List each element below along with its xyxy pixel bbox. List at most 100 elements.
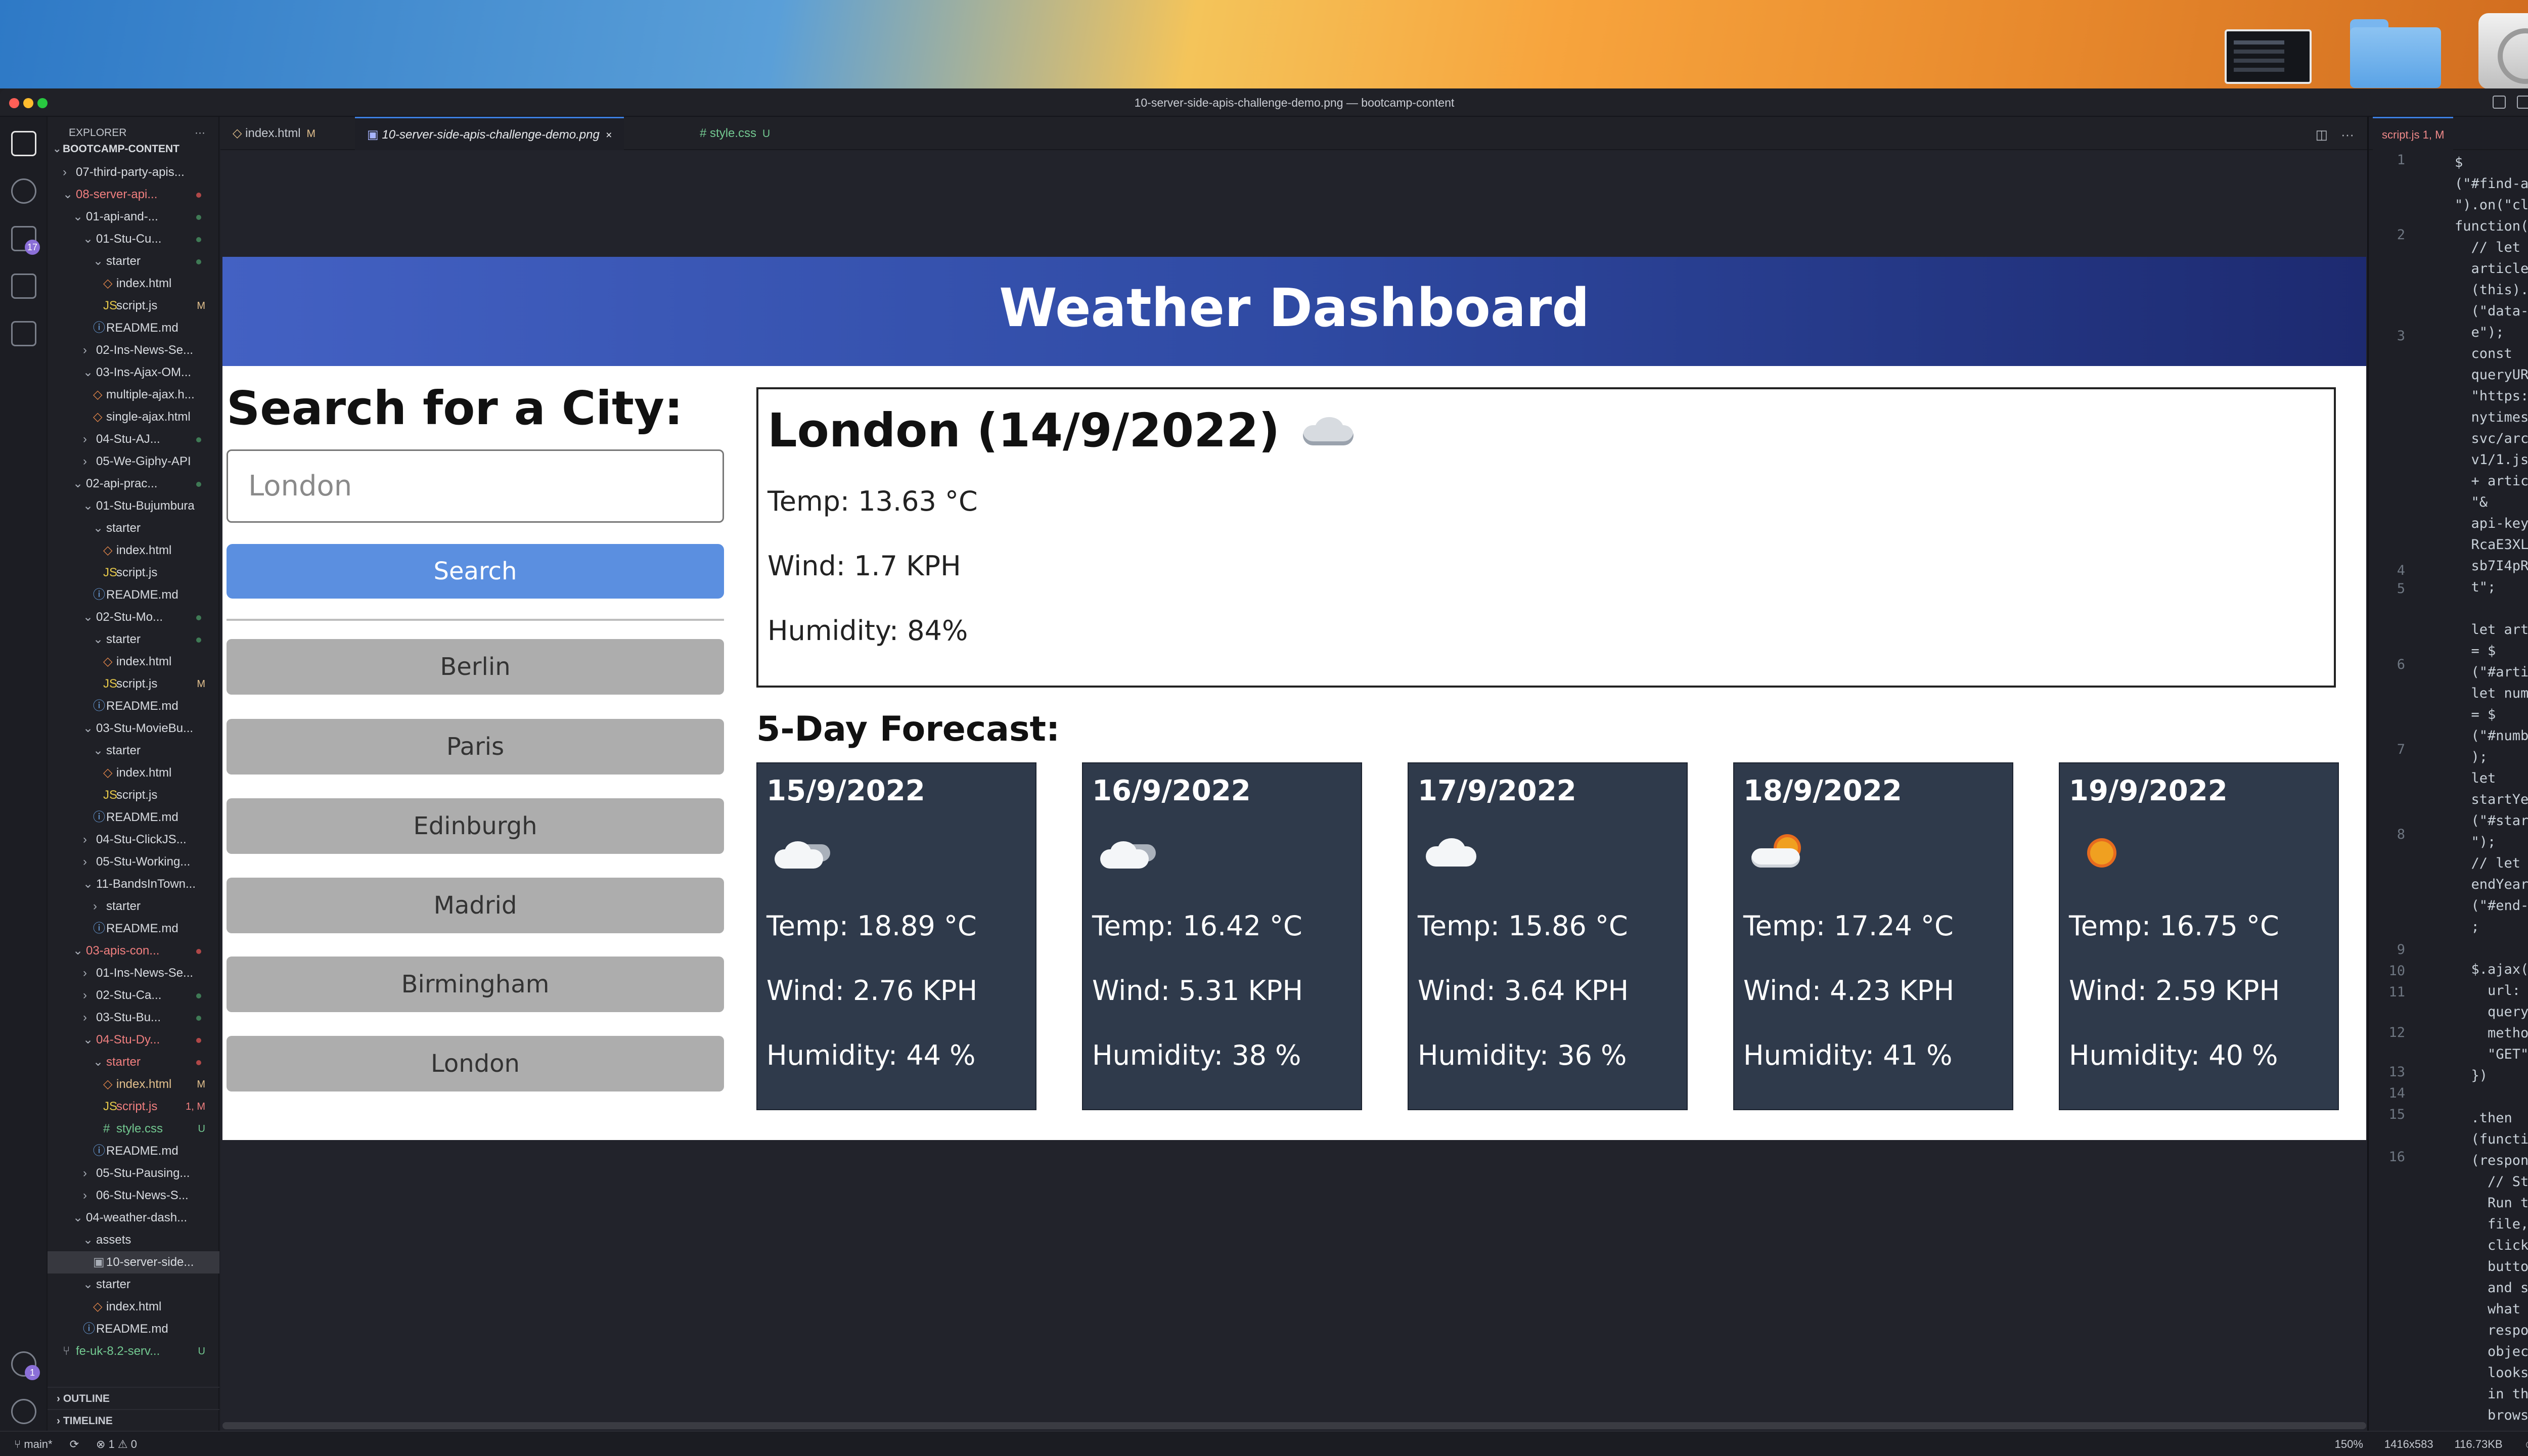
tree-item[interactable]: ⌄ 03-Stu-MovieBu... [48,717,219,740]
outline-section[interactable]: › OUTLINE [48,1387,219,1409]
settings-gear-icon[interactable] [11,1399,36,1424]
tree-item[interactable]: JSscript.js 1, M [48,1096,219,1118]
tree-item[interactable]: › 06-Stu-News-S... [48,1185,219,1207]
city-search-input[interactable]: London [227,449,724,523]
desktop-screenshot-thumbnail[interactable] [2225,29,2312,84]
explorer-icon[interactable] [11,131,36,156]
tree-item[interactable]: › 02-Ins-News-Se... [48,339,219,361]
tree-item-icon: ⌄ [83,1278,94,1291]
feedback-icon[interactable]: ☺ [2524,1438,2528,1451]
tree-item[interactable]: ⓘREADME.md [48,1140,219,1162]
tree-item[interactable]: ⓘREADME.md [48,584,219,606]
tree-item[interactable]: ⌄ 01-Stu-Cu... [48,228,219,250]
folder-icon[interactable] [2350,19,2441,88]
tree-item[interactable]: ◇ index.html [48,1296,219,1318]
tree-item-icon: ⌄ [93,254,104,268]
tree-item[interactable]: ⌄ 01-api-and-... [48,206,219,228]
tree-item-icon: › [83,343,87,357]
tree-item[interactable]: ⓘREADME.md [48,918,219,940]
history-city-button[interactable]: Birmingham [227,957,724,1012]
tree-item[interactable]: ⌄ 02-api-prac... [48,473,219,495]
tree-item[interactable]: › 07-third-party-apis... [48,161,219,184]
tree-item[interactable]: › 04-Stu-AJ... [48,428,219,450]
toggle-panel-icon[interactable] [2517,96,2528,109]
run-debug-icon[interactable] [11,274,36,299]
hard-disk-icon[interactable] [2478,13,2528,89]
tree-item[interactable]: ◇ index.html M [48,1073,219,1096]
tree-item[interactable]: # style.css U [48,1118,219,1140]
tree-item[interactable]: ◇ index.html [48,539,219,562]
tree-item[interactable]: ⓘREADME.md [48,1318,219,1340]
tree-item[interactable]: ⌄ 02-Stu-Mo... [48,606,219,628]
tree-item-icon: ⌄ [83,499,94,513]
more-actions-icon[interactable]: ··· [195,127,205,139]
tree-item[interactable]: ⓘREADME.md [48,806,219,829]
tab-challenge-demo-png[interactable]: ▣ 10-server-side-apis-challenge-demo.png… [355,117,624,150]
history-city-button[interactable]: London [227,1036,724,1091]
tree-item[interactable]: ⑂ fe-uk-8.2-serv... U [48,1340,219,1362]
tree-item[interactable]: ⓘREADME.md [48,695,219,717]
tab-script-js[interactable]: script.js 1, M [2373,117,2454,150]
history-city-button[interactable]: Edinburgh [227,798,724,854]
tree-item[interactable]: JSscript.js [48,562,219,584]
tree-item[interactable]: ⌄ 03-apis-con... [48,940,219,962]
tree-item[interactable]: ⌄ 08-server-api... [48,184,219,206]
tree-item[interactable]: ▣ 10-server-side... [48,1251,219,1273]
tree-item[interactable]: JSscript.js M [48,295,219,317]
extensions-icon[interactable] [11,321,36,346]
code-text[interactable]: $ ("#find-article ").on("click", functio… [2455,152,2528,1426]
tree-item[interactable]: JSscript.js M [48,673,219,695]
search-icon[interactable] [11,178,36,204]
tree-item[interactable]: ⌄ 04-weather-dash... [48,1207,219,1229]
tree-item[interactable]: ⌄ 11-BandsInTown... [48,873,219,895]
tree-item[interactable]: ⌄ starter [48,250,219,272]
split-editor-icon[interactable]: ◫ [2315,127,2328,143]
history-city-button[interactable]: Berlin [227,639,724,695]
tree-item[interactable]: JSscript.js [48,784,219,806]
tree-item[interactable]: › 01-Ins-News-Se... [48,962,219,984]
tree-item[interactable]: ◇ index.html [48,762,219,784]
tree-item[interactable]: ⌄ 03-Ins-Ajax-OM... [48,361,219,384]
tree-item[interactable]: ⌄ starter [48,517,219,539]
source-control-icon[interactable]: 17 [11,226,40,255]
tree-item-label: 03-apis-con... [86,944,160,958]
close-tab-icon[interactable]: × [606,129,612,141]
more-actions-icon[interactable]: ··· [2341,127,2354,143]
tree-item-icon: › [93,899,97,913]
tree-item[interactable]: › 05-We-Giphy-API [48,450,219,473]
tree-item[interactable]: › 04-Stu-ClickJS... [48,829,219,851]
accounts-icon[interactable]: 1 [11,1351,40,1380]
git-status-dot [196,1016,201,1021]
timeline-section[interactable]: › TIMELINE [48,1409,219,1431]
tree-item[interactable]: ◇ index.html [48,272,219,295]
tab-index-html[interactable]: ◇ index.html M [220,117,328,150]
history-city-button[interactable]: Madrid [227,878,724,933]
search-button[interactable]: Search [227,544,724,599]
tree-item[interactable]: ⌄ assets [48,1229,219,1251]
forecast-temp: Temp: 16.42 °C [1092,910,1302,942]
tree-item[interactable]: ⌄ starter [48,1273,219,1296]
branch-indicator[interactable]: ⑂ main* [14,1438,53,1451]
tree-item[interactable]: ◇ index.html [48,651,219,673]
tree-item[interactable]: › 03-Stu-Bu... [48,1007,219,1029]
problems-indicator[interactable]: ⊗ 1 ⚠ 0 [96,1438,137,1451]
tree-item[interactable]: ◇ multiple-ajax.h... [48,384,219,406]
tree-item[interactable]: › 02-Stu-Ca... [48,984,219,1007]
tree-item[interactable]: ⌄ starter [48,628,219,651]
history-city-button[interactable]: Paris [227,719,724,775]
toggle-sidebar-icon[interactable] [2493,96,2506,109]
tree-item[interactable]: › starter [48,895,219,918]
tree-item[interactable]: ⌄ 01-Stu-Bujumbura [48,495,219,517]
tree-item[interactable]: ⓘREADME.md [48,317,219,339]
tree-item[interactable]: ⌄ 04-Stu-Dy... [48,1029,219,1051]
tree-item[interactable]: › 05-Stu-Working... [48,851,219,873]
horizontal-scrollbar[interactable] [222,1422,2366,1429]
tree-item[interactable]: › 05-Stu-Pausing... [48,1162,219,1185]
workspace-root[interactable]: BOOTCAMP-CONTENT [63,143,179,155]
sync-icon[interactable]: ⟳ [70,1438,79,1451]
tree-item[interactable]: ◇ single-ajax.html [48,406,219,428]
tree-item[interactable]: ⌄ starter [48,740,219,762]
zoom-level[interactable]: 150% [2335,1438,2363,1451]
tab-style-css[interactable]: # style.css U [688,117,782,150]
tree-item[interactable]: ⌄ starter [48,1051,219,1073]
